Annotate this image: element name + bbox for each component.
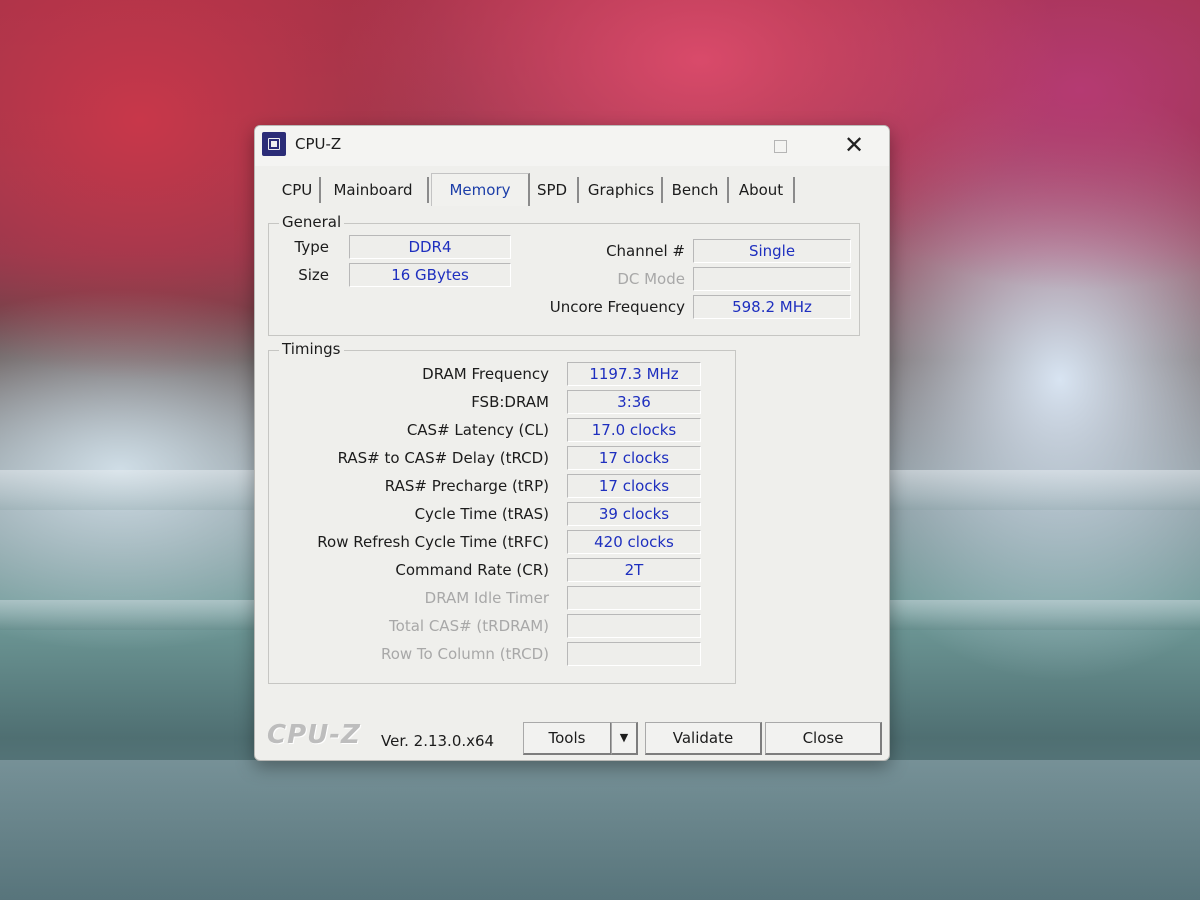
timing-label-cas-latency: CAS# Latency (CL) [406, 421, 549, 439]
tools-dropdown-button[interactable]: ▼ [611, 722, 638, 755]
cpuz-window: CPU-Z ✕ CPU Mainboard Memory SPD Graphic… [254, 125, 890, 761]
timing-label-cycle-time: Cycle Time (tRAS) [414, 505, 549, 523]
timing-value-cycle-time: 39 clocks [567, 502, 701, 526]
timing-value-fsb-dram: 3:36 [567, 390, 701, 414]
window-close-button[interactable]: ✕ [837, 132, 871, 158]
uncore-frequency-label: Uncore Frequency [549, 298, 685, 316]
tab-about[interactable]: About [729, 177, 795, 203]
close-icon: ✕ [843, 131, 865, 159]
timing-label-dram-frequency: DRAM Frequency [422, 365, 549, 383]
timing-value-ras-to-cas: 17 clocks [567, 446, 701, 470]
tab-bench[interactable]: Bench [663, 177, 729, 203]
type-value: DDR4 [349, 235, 511, 259]
channel-label: Channel # [606, 242, 685, 260]
timing-label-row-to-column: Row To Column (tRCD) [380, 645, 549, 663]
cpuz-app-icon [262, 132, 286, 156]
timing-value-ras-precharge: 17 clocks [567, 474, 701, 498]
chevron-down-icon: ▼ [619, 731, 629, 744]
timing-value-command-rate: 2T [567, 558, 701, 582]
general-legend: General [279, 213, 345, 231]
timing-label-total-cas: Total CAS# (tRDRAM) [389, 617, 549, 635]
dc-mode-value [693, 267, 851, 291]
timing-label-ras-precharge: RAS# Precharge (tRP) [384, 477, 549, 495]
timing-label-row-refresh: Row Refresh Cycle Time (tRFC) [317, 533, 549, 551]
dc-mode-label: DC Mode [617, 270, 685, 288]
general-group: General Type DDR4 Size 16 GBytes Channel… [268, 213, 860, 336]
window-title: CPU-Z [295, 135, 342, 153]
maximize-button[interactable] [763, 132, 797, 158]
version-text: Ver. 2.13.0.x64 [381, 732, 495, 750]
tab-graphics[interactable]: Graphics [581, 177, 663, 203]
tab-cpu[interactable]: CPU [275, 177, 321, 203]
footer-bar: CPU-Z Ver. 2.13.0.x64 Tools ▼ Validate C… [255, 716, 889, 760]
validate-button[interactable]: Validate [645, 722, 762, 755]
tools-button[interactable]: Tools [523, 722, 612, 755]
timing-value-dram-idle-timer [567, 586, 701, 610]
timing-value-row-to-column [567, 642, 701, 666]
timing-label-command-rate: Command Rate (CR) [395, 561, 549, 579]
tab-spd[interactable]: SPD [527, 177, 579, 203]
timings-legend: Timings [279, 340, 344, 358]
timing-label-ras-to-cas: RAS# to CAS# Delay (tRCD) [337, 449, 549, 467]
cpuz-logo: CPU-Z [267, 720, 361, 750]
maximize-icon [773, 140, 787, 153]
size-value: 16 GBytes [349, 263, 511, 287]
size-label: Size [298, 266, 329, 284]
close-button[interactable]: Close [765, 722, 882, 755]
uncore-frequency-value: 598.2 MHz [693, 295, 851, 319]
tab-memory[interactable]: Memory [431, 173, 530, 206]
background-waterfall-pool [0, 760, 1200, 900]
channel-value: Single [693, 239, 851, 263]
timing-label-dram-idle-timer: DRAM Idle Timer [424, 589, 549, 607]
timing-value-row-refresh: 420 clocks [567, 530, 701, 554]
tab-mainboard[interactable]: Mainboard [319, 177, 429, 203]
timing-label-fsb-dram: FSB:DRAM [471, 393, 549, 411]
tab-bar: CPU Mainboard Memory SPD Graphics Bench … [271, 173, 873, 207]
timing-value-dram-frequency: 1197.3 MHz [567, 362, 701, 386]
timings-group: Timings DRAM Frequency 1197.3 MHz FSB:DR… [268, 340, 736, 684]
timing-value-cas-latency: 17.0 clocks [567, 418, 701, 442]
type-label: Type [294, 238, 329, 256]
title-bar[interactable]: CPU-Z ✕ [255, 126, 889, 166]
timing-value-total-cas [567, 614, 701, 638]
